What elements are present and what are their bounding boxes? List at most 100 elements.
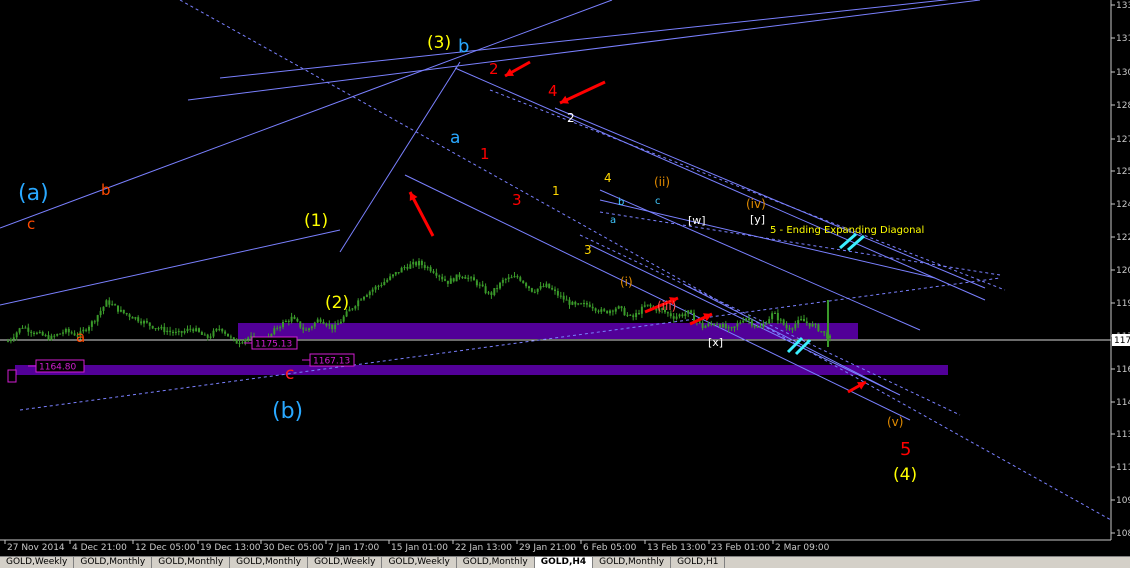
candle-body — [583, 303, 585, 304]
candle-body — [238, 343, 241, 344]
wave-label: b — [458, 36, 469, 57]
candle-body — [53, 335, 56, 337]
candle-body — [681, 314, 684, 317]
candle-body — [475, 280, 478, 286]
y-tick-label: 131 — [1116, 34, 1130, 44]
candle-body — [646, 304, 649, 306]
candle-body — [829, 335, 831, 339]
candle-body — [698, 321, 701, 323]
candle-body — [620, 306, 623, 309]
candle-body — [128, 314, 131, 317]
candle-body — [449, 278, 452, 284]
wave-label: 4 — [604, 171, 612, 185]
candle-body — [308, 328, 310, 330]
wave-label: 3 — [512, 191, 522, 209]
wave-label: (a) — [18, 181, 49, 206]
candle-body — [310, 326, 313, 329]
candle-body — [484, 286, 487, 294]
candle-body — [733, 326, 736, 328]
chart-tab[interactable]: GOLD,Monthly — [230, 557, 309, 568]
chart-tab[interactable]: GOLD,Weekly — [0, 557, 75, 568]
purple-zone-upper — [238, 323, 858, 339]
candle-body — [820, 331, 823, 333]
y-tick-label: 114 — [1116, 398, 1130, 408]
chart-tab[interactable]: GOLD,Monthly — [457, 557, 535, 568]
candle-body — [452, 278, 455, 282]
y-tick-label: 111 — [1116, 463, 1130, 473]
chart-tab[interactable]: GOLD,Weekly — [308, 557, 383, 568]
candle-body — [183, 331, 186, 333]
wave-label: [w] — [688, 214, 706, 227]
candle-body — [788, 328, 791, 330]
candle-body — [50, 335, 53, 340]
candle-body — [108, 300, 111, 305]
candle-body — [559, 295, 562, 297]
chart-tab[interactable]: GOLD,Monthly — [593, 557, 672, 568]
x-tick-label: 29 Jan 21:00 — [519, 543, 576, 553]
candle-body — [528, 286, 530, 289]
candle-body — [227, 333, 229, 337]
candle-body — [160, 326, 163, 329]
price-box-label: 1175.13 — [255, 340, 292, 350]
candle-body — [672, 316, 675, 319]
candle-body — [565, 299, 568, 301]
candle-body — [319, 319, 322, 322]
candle-body — [15, 332, 18, 338]
chart-tab[interactable]: GOLD,Monthly — [152, 557, 231, 568]
candle-body — [571, 301, 574, 305]
candle-body — [554, 289, 556, 291]
candle-body — [316, 319, 319, 323]
candle-body — [435, 272, 438, 276]
candle-body — [189, 328, 192, 330]
x-tick-label: 2 Mar 09:00 — [775, 543, 830, 553]
y-tick-label: 127 — [1116, 135, 1130, 145]
candle-body — [163, 326, 166, 333]
candle-body — [510, 277, 513, 279]
candle-body — [551, 288, 554, 290]
candle-body — [516, 276, 519, 278]
candle-body — [392, 274, 394, 277]
candle-body — [545, 283, 548, 287]
candle-body — [556, 291, 559, 296]
x-tick-label: 22 Jan 13:00 — [455, 543, 512, 553]
price-chart[interactable]: (a)(b)bacbac(1)(2)(3)(4)241352143(ii)(i)… — [0, 0, 1130, 556]
wave-label: 1 — [552, 184, 560, 198]
x-tick-label: 13 Feb 13:00 — [647, 543, 706, 553]
candle-body — [102, 306, 105, 311]
chart-tab[interactable]: GOLD,H4 — [534, 557, 594, 568]
candle-body — [400, 267, 403, 273]
y-tick-label: 108 — [1116, 529, 1130, 539]
candle-body — [290, 316, 293, 322]
chart-tab[interactable]: GOLD,Weekly — [382, 557, 457, 568]
candle-body — [88, 326, 90, 331]
candle-body — [606, 310, 609, 314]
candle-body — [232, 337, 235, 340]
candle-body — [143, 321, 145, 324]
chart-tabs: GOLD,Weekly GOLD,Monthly GOLD,Monthly GOLD,… — [0, 556, 1130, 568]
candle-body — [785, 324, 788, 329]
wave-label: (3) — [427, 33, 451, 53]
wave-label: (4) — [893, 465, 917, 485]
chart-tab[interactable]: GOLD,H1 — [671, 557, 726, 568]
candle-body — [632, 315, 635, 318]
candle-body — [192, 329, 195, 332]
wave-label: c — [27, 215, 35, 233]
candle-body — [640, 306, 643, 314]
candle-body — [363, 296, 365, 300]
wave-label: (ii) — [654, 175, 670, 189]
y-tick-label: 120 — [1116, 266, 1130, 276]
candle-body — [247, 337, 250, 340]
wave-label: 1 — [480, 145, 490, 163]
candle-body — [9, 339, 12, 342]
candle-body — [394, 272, 397, 275]
candle-body — [357, 300, 360, 307]
x-tick-label: 6 Feb 05:00 — [583, 543, 637, 553]
candle-body — [218, 328, 221, 330]
candle-body — [287, 320, 290, 322]
chart-tab[interactable]: GOLD,Monthly — [74, 557, 153, 568]
candle-body — [200, 332, 203, 335]
candle-body — [591, 306, 594, 309]
wave-label: a — [450, 128, 460, 148]
candle-body — [137, 317, 140, 322]
candle-body — [525, 283, 528, 287]
